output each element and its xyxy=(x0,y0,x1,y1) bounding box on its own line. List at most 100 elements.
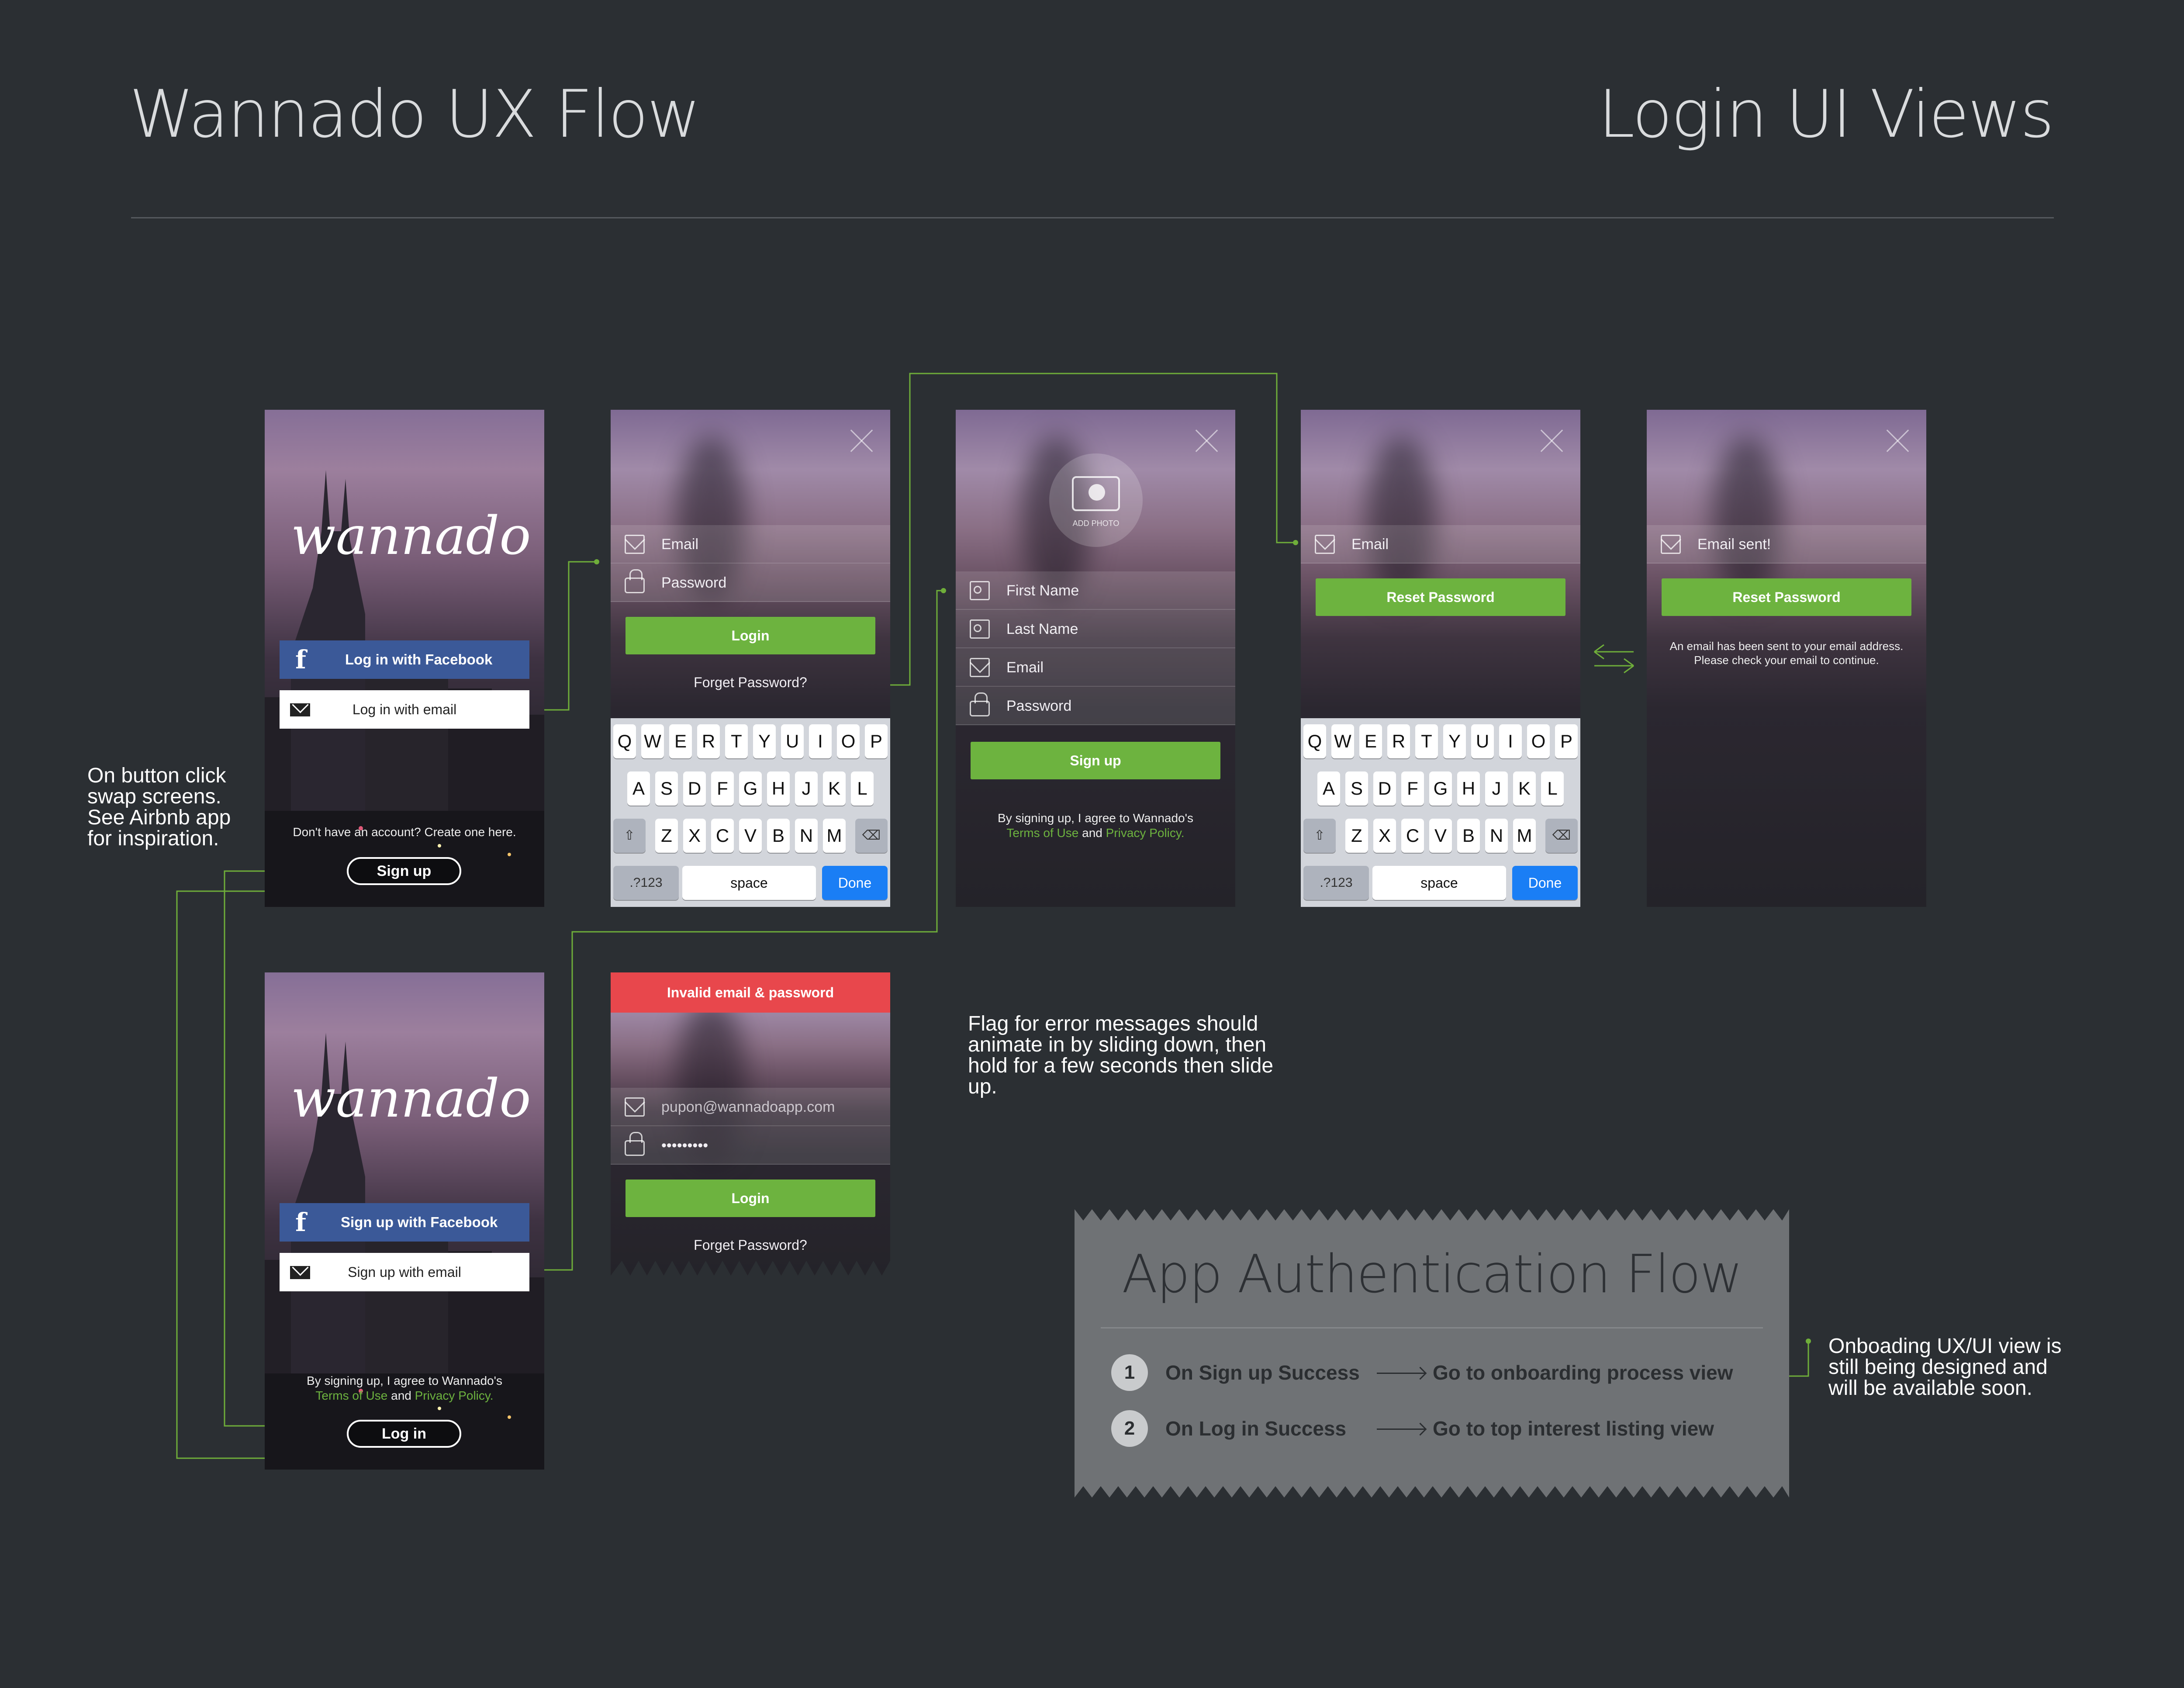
key-u[interactable]: U xyxy=(781,724,804,758)
key-b[interactable]: B xyxy=(767,819,790,853)
password-field[interactable]: ••••••••• xyxy=(611,1126,890,1165)
privacy-link[interactable]: Privacy Policy. xyxy=(1106,826,1185,840)
space-key[interactable]: space xyxy=(1372,866,1506,900)
privacy-link[interactable]: Privacy Policy. xyxy=(415,1389,494,1402)
key-h[interactable]: H xyxy=(767,771,790,806)
create-account-prompt: Don't have an account? Create one here. xyxy=(293,825,516,839)
last-name-field[interactable]: Last Name xyxy=(956,610,1235,648)
auth-flow-divider xyxy=(1101,1327,1763,1328)
email-field[interactable]: Email xyxy=(611,525,890,564)
forgot-password-link[interactable]: Forget Password? xyxy=(611,675,890,691)
key-d[interactable]: D xyxy=(1373,771,1396,806)
email-field[interactable]: pupon@wannadoapp.com xyxy=(611,1088,890,1126)
key-g[interactable]: G xyxy=(739,771,762,806)
key-t[interactable]: T xyxy=(725,724,748,758)
key-u[interactable]: U xyxy=(1471,724,1494,758)
key-s[interactable]: S xyxy=(655,771,678,806)
login-email-button[interactable]: Log in with email xyxy=(280,690,529,729)
numbers-key[interactable]: .?123 xyxy=(1303,866,1369,900)
add-photo-button[interactable]: ADD PHOTO xyxy=(1049,453,1143,547)
password-field[interactable]: Password xyxy=(956,687,1235,725)
email-field[interactable]: Email xyxy=(956,648,1235,687)
key-y[interactable]: Y xyxy=(753,724,776,758)
key-y[interactable]: Y xyxy=(1443,724,1466,758)
auth-step-1: 1 On Sign up Success Go to onboarding pr… xyxy=(1111,1354,1766,1391)
key-j[interactable]: J xyxy=(795,771,818,806)
key-i[interactable]: I xyxy=(809,724,832,758)
key-l[interactable]: L xyxy=(851,771,874,806)
key-z[interactable]: Z xyxy=(655,819,678,853)
close-icon[interactable] xyxy=(1886,429,1910,453)
key-d[interactable]: D xyxy=(683,771,706,806)
key-f[interactable]: F xyxy=(711,771,734,806)
login-pill-button[interactable]: Log in xyxy=(347,1420,461,1448)
key-n[interactable]: N xyxy=(1485,819,1508,853)
done-key[interactable]: Done xyxy=(1512,866,1578,900)
note-onboarding: Onboading UX/UI view is still being desi… xyxy=(1828,1336,2062,1399)
reset-password-button[interactable]: Reset Password xyxy=(1662,578,1911,616)
key-e[interactable]: E xyxy=(1359,724,1382,758)
key-i[interactable]: I xyxy=(1499,724,1522,758)
key-w[interactable]: W xyxy=(1331,724,1354,758)
space-key[interactable]: space xyxy=(682,866,816,900)
login-facebook-button[interactable]: f Log in with Facebook xyxy=(280,640,529,679)
key-s[interactable]: S xyxy=(1345,771,1368,806)
shift-key-icon[interactable]: ⇧ xyxy=(1303,819,1336,853)
key-x[interactable]: X xyxy=(683,819,706,853)
screen-signup-landing: wannado f Sign up with Facebook Sign up w… xyxy=(265,972,544,1470)
key-q[interactable]: Q xyxy=(1303,724,1326,758)
screen-login-form: Email Password Login Forget Password? QW… xyxy=(611,410,890,907)
done-key[interactable]: Done xyxy=(822,866,888,900)
terms-link[interactable]: Terms of Use xyxy=(315,1389,387,1402)
shift-key-icon[interactable]: ⇧ xyxy=(613,819,646,853)
signup-facebook-button[interactable]: f Sign up with Facebook xyxy=(280,1203,529,1242)
key-g[interactable]: G xyxy=(1429,771,1452,806)
login-button[interactable]: Login xyxy=(625,617,875,654)
key-h[interactable]: H xyxy=(1457,771,1480,806)
key-n[interactable]: N xyxy=(795,819,818,853)
key-j[interactable]: J xyxy=(1485,771,1508,806)
signup-email-button[interactable]: Sign up with email xyxy=(280,1253,529,1291)
key-r[interactable]: R xyxy=(1387,724,1410,758)
first-name-field[interactable]: First Name xyxy=(956,571,1235,610)
close-icon[interactable] xyxy=(850,429,874,453)
numbers-key[interactable]: .?123 xyxy=(613,866,679,900)
key-c[interactable]: C xyxy=(711,819,734,853)
key-t[interactable]: T xyxy=(1415,724,1438,758)
key-c[interactable]: C xyxy=(1401,819,1424,853)
key-e[interactable]: E xyxy=(669,724,692,758)
close-icon[interactable] xyxy=(1195,429,1219,453)
key-k[interactable]: K xyxy=(1513,771,1536,806)
key-x[interactable]: X xyxy=(1373,819,1396,853)
key-m[interactable]: M xyxy=(823,819,846,853)
delete-key-icon[interactable]: ⌫ xyxy=(1545,819,1578,853)
reset-password-button[interactable]: Reset Password xyxy=(1316,578,1565,616)
password-field[interactable]: Password xyxy=(611,564,890,602)
key-q[interactable]: Q xyxy=(613,724,636,758)
email-field[interactable]: Email xyxy=(1301,525,1580,564)
key-a[interactable]: A xyxy=(627,771,650,806)
key-p[interactable]: P xyxy=(1555,724,1578,758)
key-r[interactable]: R xyxy=(697,724,720,758)
delete-key-icon[interactable]: ⌫ xyxy=(855,819,888,853)
signup-pill-button[interactable]: Sign up xyxy=(347,857,461,885)
key-l[interactable]: L xyxy=(1541,771,1564,806)
key-p[interactable]: P xyxy=(865,724,888,758)
key-o[interactable]: O xyxy=(1527,724,1550,758)
forgot-password-link[interactable]: Forget Password? xyxy=(611,1237,890,1253)
key-z[interactable]: Z xyxy=(1345,819,1368,853)
signup-button[interactable]: Sign up xyxy=(971,742,1220,779)
key-a[interactable]: A xyxy=(1317,771,1340,806)
note-line: up. xyxy=(968,1075,997,1098)
key-m[interactable]: M xyxy=(1513,819,1536,853)
key-b[interactable]: B xyxy=(1457,819,1480,853)
key-w[interactable]: W xyxy=(641,724,664,758)
close-icon[interactable] xyxy=(1540,429,1564,453)
terms-link[interactable]: Terms of Use xyxy=(1006,826,1078,840)
key-v[interactable]: V xyxy=(1429,819,1452,853)
key-f[interactable]: F xyxy=(1401,771,1424,806)
login-button[interactable]: Login xyxy=(625,1180,875,1217)
key-v[interactable]: V xyxy=(739,819,762,853)
key-o[interactable]: O xyxy=(837,724,860,758)
key-k[interactable]: K xyxy=(823,771,846,806)
